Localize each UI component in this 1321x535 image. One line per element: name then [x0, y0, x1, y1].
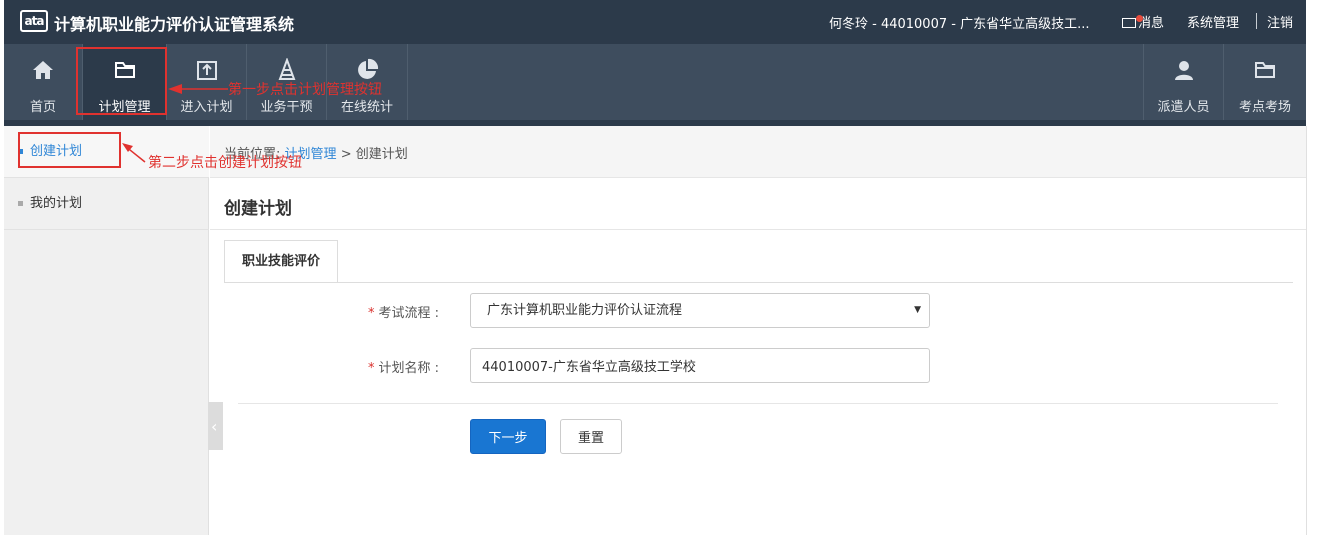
required-mark: * [368, 361, 375, 376]
reset-button[interactable]: 重置 [560, 419, 622, 454]
top-bar: ata 计算机职业能力评价认证管理系统 何冬玲 - 44010007 - 广东省… [4, 0, 1306, 44]
nav-item-dispatch-staff[interactable]: 派遣人员 [1144, 44, 1224, 120]
plan-name-label: * 计划名称 : [368, 357, 439, 376]
header-divider [1256, 13, 1257, 29]
highlight-box-plan-management [76, 47, 167, 115]
user-info[interactable]: 何冬玲 - 44010007 - 广东省华立高级技工... [829, 13, 1107, 32]
nav-item-label: 考点考场 [1238, 100, 1291, 115]
title-divider [210, 229, 1306, 230]
caret-down-icon: ▼ [914, 305, 921, 315]
breadcrumb-current: 创建计划 [355, 147, 408, 162]
form-divider [238, 403, 1278, 404]
breadcrumb-separator: > [340, 147, 352, 162]
breadcrumb-bar: 当前位置: 计划管理 > 创建计划 [210, 126, 1306, 178]
envelope-icon [1122, 15, 1143, 28]
notification-dot [1136, 15, 1143, 22]
app-title: 计算机职业能力评价认证管理系统 [54, 15, 295, 34]
page: ata 计算机职业能力评价认证管理系统 何冬玲 - 44010007 - 广东省… [0, 0, 1321, 535]
nav-item-home[interactable]: 首页 [4, 44, 83, 120]
app-logo: ata [20, 10, 48, 32]
bullet-icon [18, 201, 23, 206]
plan-name-label-text: 计划名称 : [378, 361, 440, 376]
exam-process-label: * 考试流程 : [368, 302, 439, 321]
sidebar: 创建计划 我的计划 [4, 126, 209, 535]
nav-item-exam-sites[interactable]: 考点考场 [1224, 44, 1306, 120]
user-icon [1174, 61, 1193, 80]
content-right-border [1306, 126, 1307, 535]
exam-process-label-text: 考试流程 : [378, 306, 440, 321]
main-nav: 首页 计划管理 进入计划 业务干预 在线统计 派遣人员 考点考场 [4, 44, 1306, 120]
required-mark: * [368, 306, 375, 321]
chevron-left-icon: ‹ [211, 417, 218, 436]
home-icon [33, 61, 53, 79]
system-management-link[interactable]: 系统管理 [1187, 12, 1239, 31]
next-step-button[interactable]: 下一步 [470, 419, 546, 454]
annotation-step2: 第二步点击创建计划按钮 [148, 155, 302, 171]
exam-process-select[interactable]: 广东计算机职业能力评价认证流程 ▼ [470, 293, 930, 328]
nav-item-label: 首页 [29, 100, 56, 115]
tab-vocational-skill-evaluation[interactable]: 职业技能评价 [224, 240, 338, 283]
plan-name-input[interactable] [470, 348, 930, 383]
nav-item-label: 派遣人员 [1157, 100, 1210, 115]
enter-plan-icon [196, 61, 217, 80]
page-title: 创建计划 [224, 199, 292, 219]
sidebar-item-my-plans[interactable]: 我的计划 [4, 178, 209, 230]
highlight-box-create-plan [18, 132, 121, 168]
annotation-step1: 第一步点击计划管理按钮 [228, 82, 382, 98]
messages-link[interactable]: 消息 [1122, 12, 1164, 31]
folder-icon [1255, 62, 1275, 78]
tab-divider [224, 282, 1293, 283]
logout-link[interactable]: 注销 [1267, 12, 1293, 31]
sidebar-item-label: 我的计划 [30, 196, 83, 211]
exam-process-value: 广东计算机职业能力评价认证流程 [487, 303, 683, 318]
sidebar-collapse-handle[interactable]: ‹ [208, 402, 223, 450]
